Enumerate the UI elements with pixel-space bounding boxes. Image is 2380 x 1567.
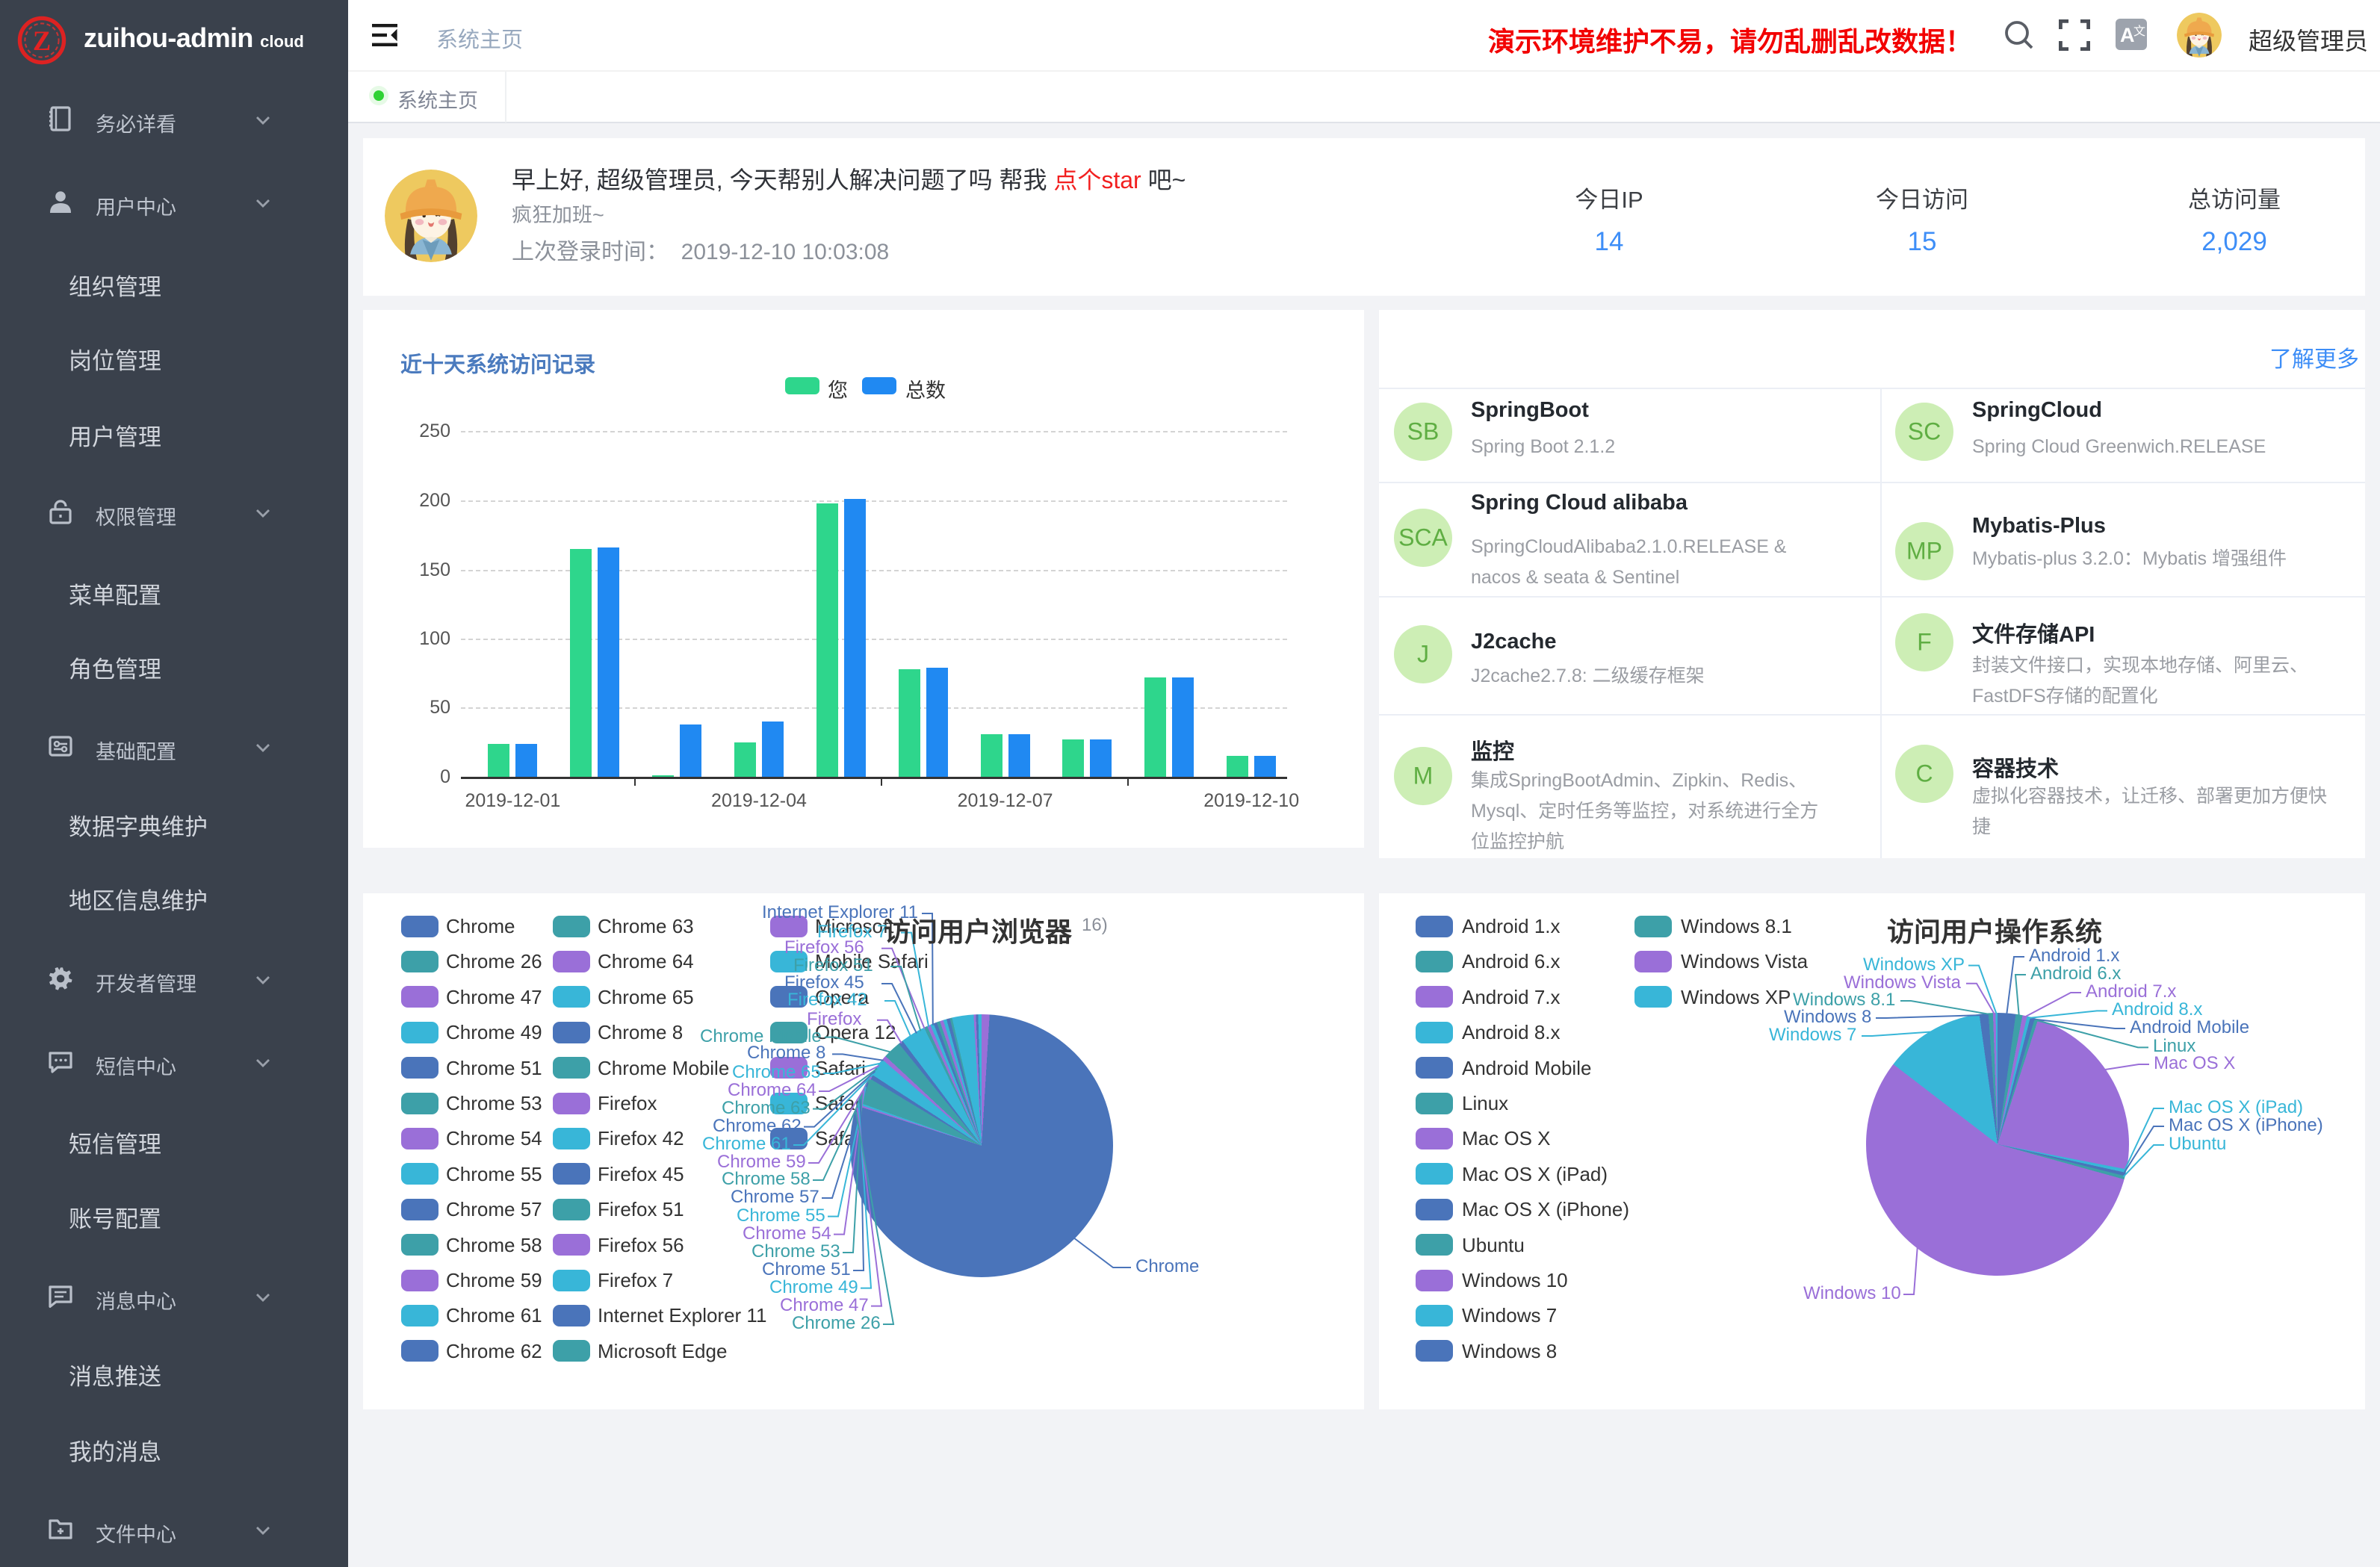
svg-text:Z: Z — [33, 26, 51, 56]
